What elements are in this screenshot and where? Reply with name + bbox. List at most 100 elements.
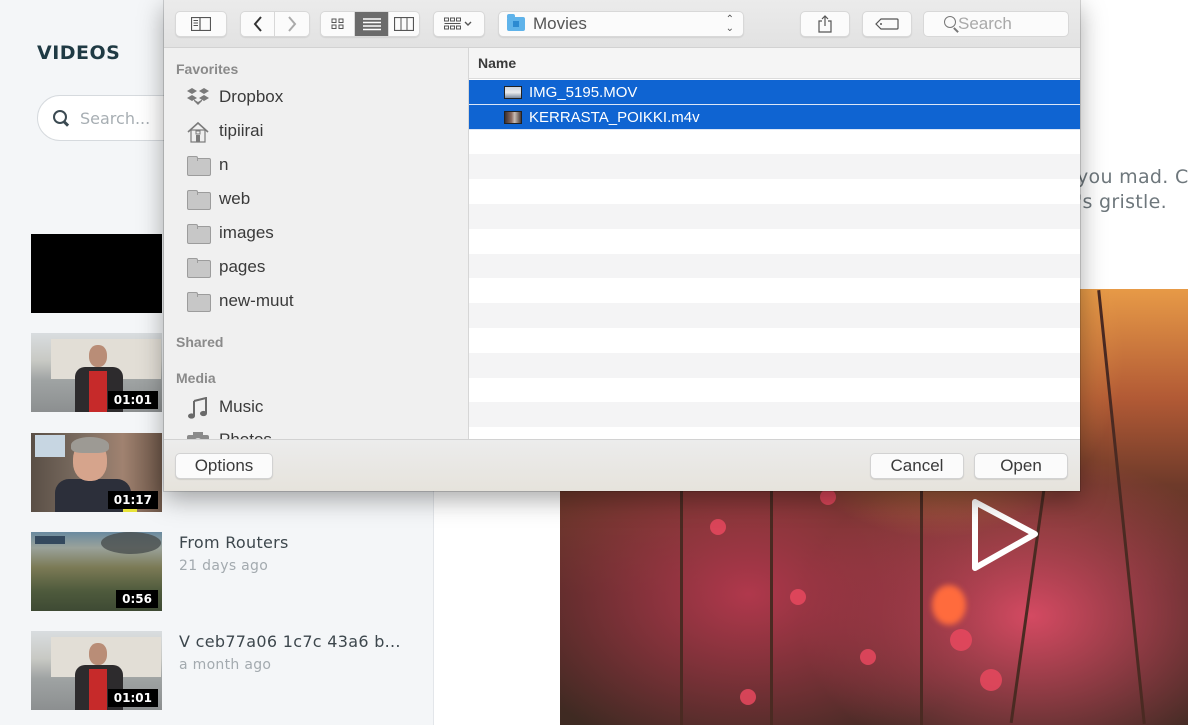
sidebar-item-label: pages (219, 257, 266, 276)
list-view-button[interactable] (355, 12, 389, 36)
play-icon (972, 499, 1038, 571)
empty-row (469, 402, 1080, 428)
tag-icon (875, 18, 899, 30)
sidebar-item-music[interactable]: Music (186, 393, 456, 421)
folder-icon (186, 155, 211, 176)
cancel-button[interactable]: Cancel (870, 453, 964, 479)
file-name: KERRASTA_POIKKI.m4v (529, 108, 700, 126)
options-button[interactable]: Options (175, 453, 273, 479)
sidebar-item-label: Dropbox (219, 87, 284, 106)
file-row[interactable]: KERRASTA_POIKKI.m4v (469, 104, 1080, 130)
open-file-dialog: Movies ⌃⌄ Favorites (164, 0, 1080, 491)
play-button[interactable] (965, 492, 1045, 576)
chevron-left-icon (253, 16, 262, 32)
video-thumbnail[interactable]: 01:01 (31, 631, 162, 710)
m4v-file-icon (504, 110, 522, 124)
group-by-button[interactable] (433, 11, 485, 37)
empty-row (469, 228, 1080, 254)
search-icon (944, 16, 956, 32)
forward-button[interactable] (275, 12, 309, 36)
duration-badge: 01:01 (107, 391, 158, 409)
sidebar-item-label: web (219, 189, 251, 208)
sidebar-section-favorites: Favorites (176, 61, 239, 77)
file-row[interactable]: IMG_5195.MOV (469, 80, 1080, 105)
back-button[interactable] (241, 12, 275, 36)
sidebar-item-label: Music (219, 397, 264, 416)
group-by-icon (444, 17, 472, 30)
folder-icon (186, 189, 211, 210)
sidebar-item-web[interactable]: web (186, 185, 456, 213)
video-title[interactable]: V ceb77a06 1c7c 43a6 b... (179, 632, 401, 651)
sidebar-item-dropbox[interactable]: Dropbox (186, 83, 456, 111)
video-date: a month ago (179, 657, 272, 673)
sidebar-item-new-muut[interactable]: new-muut (186, 287, 456, 315)
columns-icon (394, 17, 414, 31)
empty-row (469, 179, 1080, 204)
share-icon (818, 15, 832, 33)
sidebar-section-media: Media (176, 370, 216, 386)
duration-badge: 01:01 (107, 689, 158, 707)
sidebar-item-label: tipiirai (219, 121, 264, 140)
location-label: Movies (533, 14, 587, 33)
location-dropdown[interactable]: Movies ⌃ ⌄ (498, 11, 744, 37)
duration-badge: 0:56 (116, 590, 158, 608)
sidebar-item-tipiirai[interactable]: tipiirai (186, 117, 456, 145)
dropbox-icon (186, 87, 210, 107)
list-icon (362, 18, 381, 31)
duration-badge: 01:17 (107, 491, 158, 509)
sidebar-item-images[interactable]: images (186, 219, 456, 247)
dialog-sidebar: Favorites Dropbox tipiirai n web images … (164, 48, 469, 439)
camera-icon (186, 430, 210, 439)
updown-chevron-icon: ⌃ ⌄ (725, 14, 734, 34)
file-rows: IMG_5195.MOV KERRASTA_POIKKI.m4v (469, 80, 1080, 428)
share-button[interactable] (800, 11, 850, 37)
empty-row (469, 377, 1080, 403)
mov-file-icon (504, 86, 522, 99)
column-view-button[interactable] (389, 12, 419, 36)
sidebar-item-n[interactable]: n (186, 151, 456, 179)
sidebar-toggle-button[interactable] (175, 11, 227, 37)
file-list: Name IMG_5195.MOV KERRASTA_POIKKI.m4v (469, 48, 1080, 439)
empty-row (469, 253, 1080, 279)
video-thumbnail[interactable]: 0:56 (31, 532, 162, 611)
empty-row (469, 303, 1080, 328)
sidebar-item-pages[interactable]: pages (186, 253, 456, 281)
sidebar-item-photos[interactable]: Photos (186, 426, 456, 439)
dialog-toolbar: Movies ⌃ ⌄ (164, 0, 1080, 48)
video-thumbnail[interactable]: 01:17 (31, 433, 162, 512)
search-icon (52, 109, 70, 127)
open-button[interactable]: Open (974, 453, 1068, 479)
section-title: VIDEOS (37, 42, 121, 64)
sidebar-section-shared: Shared (176, 334, 224, 350)
empty-row (469, 129, 1080, 155)
folder-icon (186, 291, 211, 312)
sidebar-item-label: Photos (219, 430, 272, 439)
column-header-label: Name (478, 55, 517, 71)
file-name: IMG_5195.MOV (529, 84, 638, 101)
video-title[interactable]: From Routers (179, 533, 289, 552)
dialog-search-input[interactable] (958, 14, 1068, 34)
video-date: 21 days ago (179, 558, 269, 574)
sidebar-item-label: new-muut (219, 291, 294, 310)
name-column-header[interactable]: Name (469, 48, 1080, 79)
grid-icon (331, 18, 343, 29)
video-list-item[interactable]: 01:01 V ceb77a06 1c7c 43a6 b... a month … (31, 631, 431, 711)
video-list-item[interactable]: 0:56 From Routers 21 days ago (31, 532, 431, 612)
folder-icon (186, 223, 211, 244)
sidebar-item-label: images (219, 223, 274, 242)
movies-folder-icon (507, 14, 525, 31)
video-thumbnail[interactable]: 01:01 (31, 333, 162, 412)
video-description-line: you mad. C (1077, 166, 1188, 188)
empty-row (469, 352, 1080, 378)
home-icon (186, 121, 210, 143)
dialog-footer: Options Cancel Open (164, 439, 1080, 491)
video-thumbnail[interactable] (31, 234, 162, 313)
dialog-search[interactable] (923, 11, 1069, 37)
sidebar-item-label: n (219, 155, 229, 174)
video-description-line: 's gristle. (1077, 191, 1167, 213)
icon-view-button[interactable] (321, 12, 355, 36)
tag-button[interactable] (862, 11, 912, 37)
empty-row (469, 278, 1080, 304)
back-forward-buttons (240, 11, 310, 37)
sidebar-icon (191, 17, 211, 31)
